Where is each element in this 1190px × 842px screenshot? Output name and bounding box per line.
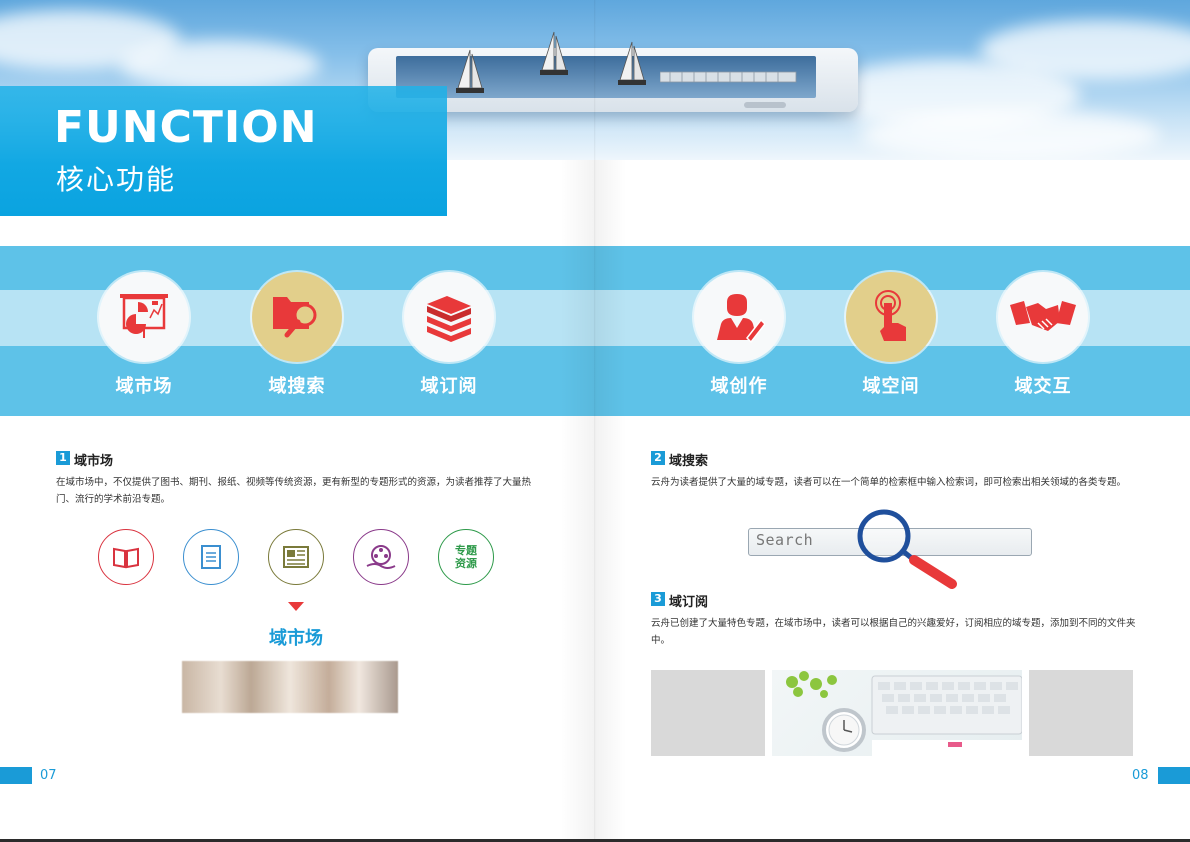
film-icon xyxy=(366,545,396,569)
section-title: 域搜索 xyxy=(669,454,709,469)
feature-search[interactable] xyxy=(252,272,342,362)
feature-label-create: 域创作 xyxy=(710,376,768,397)
desk-scene-illustration xyxy=(786,671,1022,756)
spread-fold xyxy=(594,0,596,842)
feature-label-subscribe: 域订阅 xyxy=(420,376,478,397)
resource-newspaper[interactable] xyxy=(268,529,324,585)
feature-label-interact: 域交互 xyxy=(1014,376,1072,397)
books-icon xyxy=(427,296,471,342)
spread-fold-shadow xyxy=(560,160,596,842)
writer-icon xyxy=(717,294,765,344)
resource-document[interactable] xyxy=(183,529,239,585)
topic-resource-line1: 专题 xyxy=(455,544,477,557)
section-text: 在域市场中，不仅提供了图书、期刊、报纸、视频等传统资源，更有新型的专题形式的资源… xyxy=(56,477,532,505)
section-number: 1 xyxy=(56,451,70,465)
resource-book[interactable] xyxy=(98,529,154,585)
tablet-button xyxy=(744,102,786,108)
feature-create[interactable] xyxy=(694,272,784,362)
section-text: 云舟为读者提供了大量的域专题，读者可以在一个简单的检索框中输入检索词，即可检索出… xyxy=(651,477,1127,488)
feature-label-market: 域市场 xyxy=(115,376,173,397)
newspaper-icon xyxy=(283,546,309,568)
pier-illustration xyxy=(660,71,797,83)
page-bar-right xyxy=(1158,767,1190,784)
spread-fold-shadow-right xyxy=(596,160,626,842)
sailboats-illustration xyxy=(456,31,646,93)
section-title: 域市场 xyxy=(74,454,114,469)
placeholder-image-right xyxy=(1029,670,1133,756)
feature-subscribe[interactable] xyxy=(404,272,494,362)
section-number: 2 xyxy=(651,451,665,465)
resource-video[interactable] xyxy=(353,529,409,585)
touch-icon xyxy=(875,290,906,341)
magnifier-icon xyxy=(857,509,957,589)
book-icon xyxy=(113,547,139,569)
document-icon xyxy=(201,545,221,569)
section-text: 云舟已创建了大量特色专题，在域市场中，读者可以根据自己的兴趣爱好，订阅相应的域专… xyxy=(651,618,1136,646)
feature-label-space: 域空间 xyxy=(862,376,920,397)
folder-search-icon xyxy=(273,297,317,338)
page-bar-left xyxy=(0,767,32,784)
page-title-en: FUNCTION xyxy=(54,102,318,153)
handshake-icon xyxy=(1010,301,1076,331)
market-label: 域市场 xyxy=(269,628,323,649)
placeholder-image-left xyxy=(651,670,765,756)
desk-photo xyxy=(772,670,1022,756)
page-number-right: 08 xyxy=(1132,768,1149,783)
section-title: 域订阅 xyxy=(669,595,709,610)
page-title-cn: 核心功能 xyxy=(56,163,177,196)
feature-interact[interactable] xyxy=(998,272,1088,362)
market-photo xyxy=(182,661,398,713)
presentation-chart-icon xyxy=(120,294,168,338)
feature-market[interactable] xyxy=(99,272,189,362)
section-number: 3 xyxy=(651,592,665,606)
page-number-left: 07 xyxy=(40,768,57,783)
search-placeholder: Search xyxy=(756,531,814,549)
topic-resource-line2: 资源 xyxy=(455,557,477,570)
resource-topic[interactable]: 专题 资源 xyxy=(438,529,494,585)
feature-space[interactable] xyxy=(846,272,936,362)
feature-label-search: 域搜索 xyxy=(268,376,326,397)
down-arrow-icon xyxy=(288,602,304,611)
